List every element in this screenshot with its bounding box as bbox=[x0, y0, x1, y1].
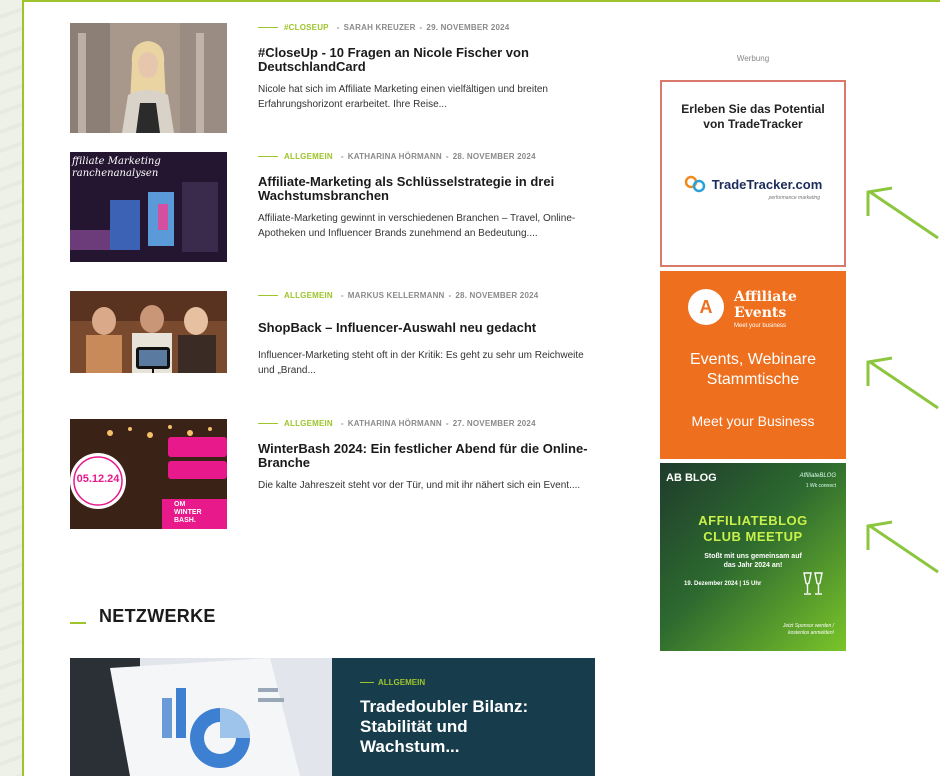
featured-category[interactable]: ALLGEMEIN bbox=[360, 678, 595, 687]
ad-date: 19. Dezember 2024 | 15 Uhr bbox=[684, 581, 762, 587]
article-thumbnail[interactable]: 05.12.24 OM WINTER BASH. bbox=[70, 419, 227, 529]
article-category[interactable]: ALLGEMEIN bbox=[284, 291, 333, 300]
thumbnail-date: 05.12.24 bbox=[76, 473, 120, 485]
events-logo-badge: A bbox=[688, 289, 724, 325]
article-title[interactable]: ShopBack – Influencer-Auswahl neu gedach… bbox=[258, 321, 603, 335]
ad-title: CLUB MEETUP bbox=[703, 529, 803, 544]
thumbnail-caption: ranchenanalysen bbox=[72, 168, 159, 179]
article-author[interactable]: MARKUS KELLERMANN bbox=[348, 291, 445, 300]
affiliateblog-ad[interactable]: AB BLOG AffiliateBLOG 1 Wk connect AFFIL… bbox=[660, 463, 846, 651]
article-date: 29. NOVEMBER 2024 bbox=[426, 23, 510, 32]
article-thumbnail[interactable] bbox=[70, 291, 227, 401]
ad-title: AFFILIATEBLOG bbox=[698, 513, 808, 528]
section-accent-bar bbox=[70, 621, 86, 624]
article-excerpt: Affiliate-Marketing gewinnt in verschied… bbox=[258, 213, 576, 239]
article-meta: ALLGEMEIN - KATHARINA HÖRMANN - 27. NOVE… bbox=[258, 419, 603, 428]
thumbnail-logo-text: WINTER bbox=[174, 509, 202, 516]
article-category[interactable]: ALLGEMEIN bbox=[284, 419, 333, 428]
article-meta: ALLGEMEIN - MARKUS KELLERMANN - 28. NOVE… bbox=[258, 291, 603, 300]
featured-panel[interactable]: ALLGEMEIN Tradedoubler Bilanz: Stabilitä… bbox=[332, 658, 595, 776]
blog-logo: AB BLOG bbox=[666, 472, 717, 484]
left-decoration bbox=[0, 0, 22, 776]
ad-label: Werbung bbox=[736, 54, 770, 63]
article-category[interactable]: #CLOSEUP bbox=[284, 23, 329, 32]
arrow-icon bbox=[866, 520, 939, 574]
ad-subtitle: Stoßt mit uns gemeinsam auf bbox=[704, 553, 802, 560]
featured-article[interactable]: ALLGEMEIN Tradedoubler Bilanz: Stabilitä… bbox=[70, 658, 595, 776]
thumbnail-logo-text: OM bbox=[174, 501, 186, 508]
tradetracker-ad[interactable]: Erleben Sie das Potential von TradeTrack… bbox=[660, 80, 846, 267]
thumbnail-logo-text: BASH. bbox=[174, 517, 196, 524]
featured-image[interactable] bbox=[70, 658, 332, 776]
article-thumbnail[interactable] bbox=[70, 23, 227, 133]
article-author[interactable]: KATHARINA HÖRMANN bbox=[348, 152, 442, 161]
events-brand: Affiliate bbox=[734, 289, 797, 305]
ad-subtitle: das Jahr 2024 an! bbox=[723, 562, 783, 569]
events-brand: Events bbox=[734, 305, 787, 321]
article-date: 27. NOVEMBER 2024 bbox=[452, 419, 536, 428]
ad-headline: Erleben Sie das Potential von TradeTrack… bbox=[681, 102, 825, 131]
champagne-glasses-icon bbox=[803, 572, 823, 595]
article-title[interactable]: Affiliate-Marketing als Schlüsselstrateg… bbox=[258, 175, 603, 203]
article-date: 28. NOVEMBER 2024 bbox=[452, 152, 536, 161]
ad-footer: kostenlos anmelden! bbox=[788, 630, 834, 636]
thumbnail-caption: ffiliate Marketing bbox=[72, 156, 161, 167]
article-date: 28. NOVEMBER 2024 bbox=[455, 291, 539, 300]
article-title[interactable]: WinterBash 2024: Ein festlicher Abend fü… bbox=[258, 442, 603, 470]
article-title[interactable]: #CloseUp - 10 Fragen an Nicole Fischer v… bbox=[258, 46, 603, 74]
section-title: NETZWERKE bbox=[99, 606, 216, 626]
article-category[interactable]: ALLGEMEIN bbox=[284, 152, 333, 161]
blog-signature: AffiliateBLOG bbox=[799, 473, 836, 479]
affiliate-events-ad[interactable]: A Affiliate Events Meet your business Ev… bbox=[660, 271, 846, 459]
featured-title[interactable]: Tradedoubler Bilanz: Stabilität und Wach… bbox=[360, 697, 560, 757]
tradetracker-logo: TradeTracker.com bbox=[662, 174, 844, 194]
article-excerpt: Die kalte Jahreszeit steht vor der Tür, … bbox=[258, 480, 581, 491]
article-meta: ALLGEMEIN - KATHARINA HÖRMANN - 28. NOVE… bbox=[258, 152, 603, 161]
section-heading: NETZWERKE bbox=[70, 606, 216, 627]
arrow-icon bbox=[866, 186, 939, 240]
article-meta: #CLOSEUP - SARAH KREUZER - 29. NOVEMBER … bbox=[258, 23, 603, 32]
article-excerpt: Influencer-Marketing steht oft in der Kr… bbox=[258, 350, 584, 376]
arrow-icon bbox=[866, 356, 939, 410]
ad-tagline: performance marketing bbox=[768, 195, 820, 201]
ad-line: Meet your Business bbox=[691, 413, 815, 429]
article-author[interactable]: SARAH KREUZER bbox=[344, 23, 416, 32]
tradetracker-icon bbox=[684, 175, 705, 193]
ad-footer: Jetzt Sponsor werden / bbox=[782, 623, 834, 629]
article-thumbnail[interactable]: ffiliate Marketing ranchenanalysen bbox=[70, 152, 227, 262]
blog-signature-sub: 1 Wk connect bbox=[805, 483, 836, 489]
article-author[interactable]: KATHARINA HÖRMANN bbox=[348, 419, 442, 428]
events-brand-tagline: Meet your business bbox=[734, 323, 787, 329]
ad-line: Events, Webinare bbox=[690, 351, 816, 368]
ad-line: Stammtische bbox=[706, 371, 800, 388]
article-excerpt: Nicole hat sich im Affiliate Marketing e… bbox=[258, 84, 548, 110]
